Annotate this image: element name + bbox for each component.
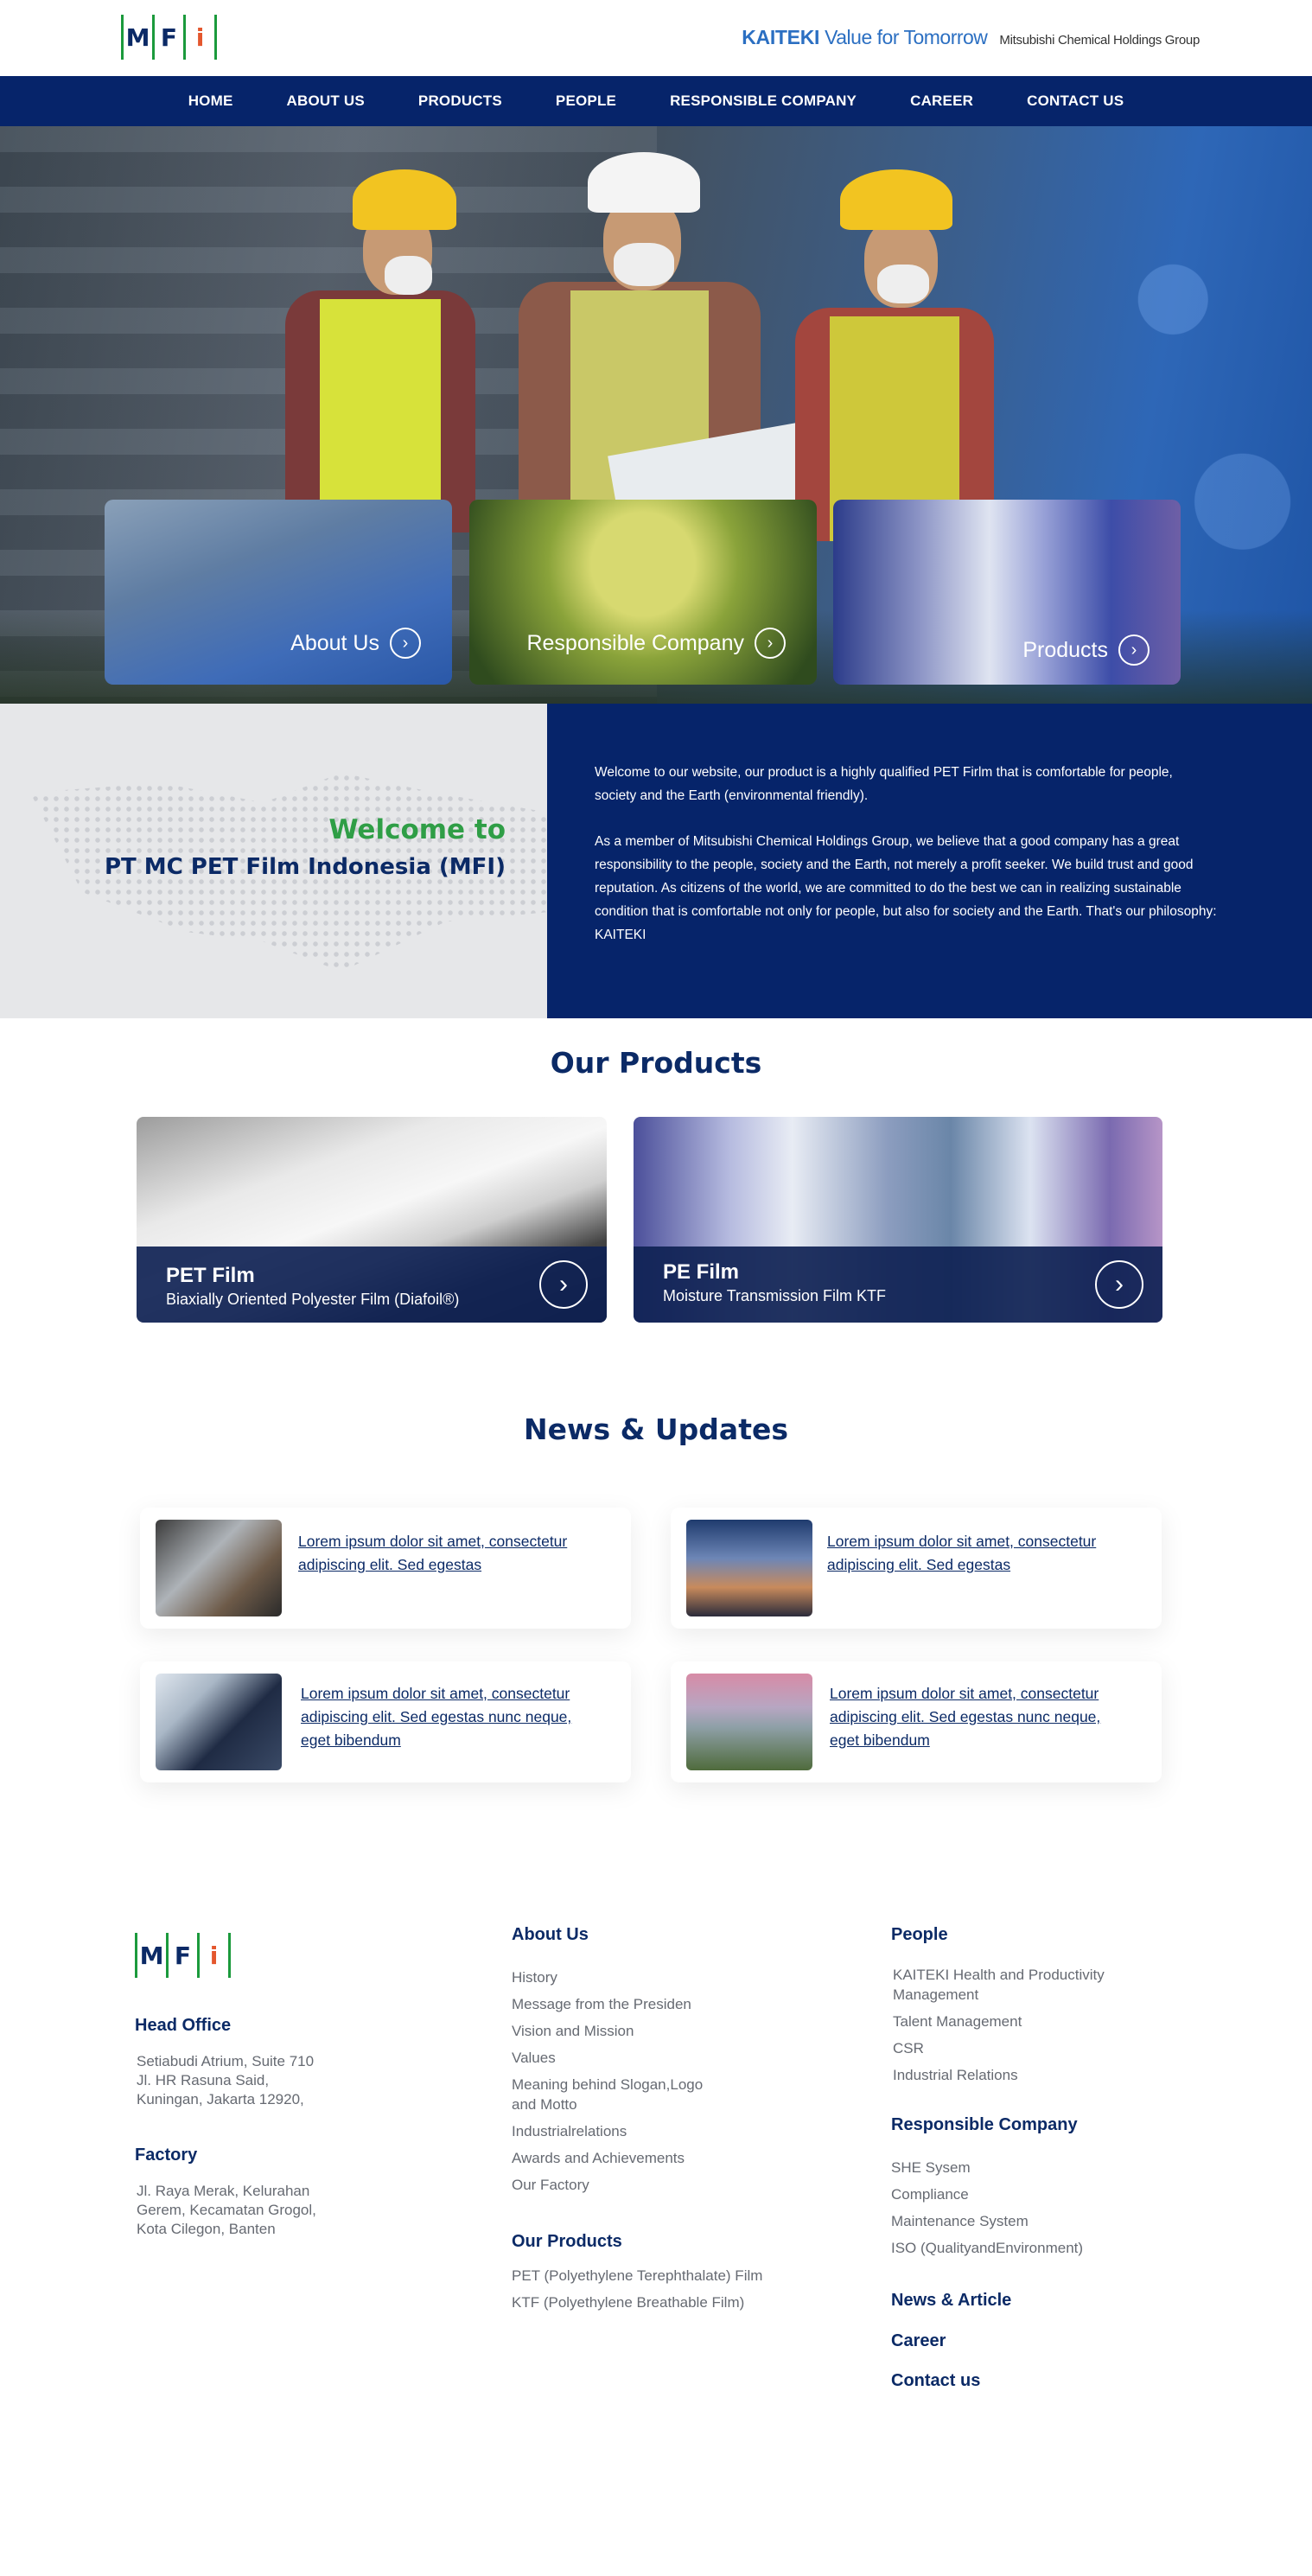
chevron-right-icon[interactable]: › [539,1260,588,1309]
welcome-section: Welcome to PT MC PET Film Indonesia (MFI… [0,704,1312,1018]
news-link[interactable]: Lorem ipsum dolor sit amet, consectetur … [830,1682,1132,1752]
group-name: Mitsubishi Chemical Holdings Group [999,33,1200,48]
nav-about-us[interactable]: ABOUT US [260,92,392,110]
footer-link-talent[interactable]: Talent Management [893,2012,1022,2032]
footer-mfi-logo[interactable]: M F i [135,1933,231,1978]
hero-card-about-us[interactable]: About Us › [105,500,452,685]
factory-line-1: Jl. Raya Merak, Kelurahan [137,2183,310,2199]
factory-line-3: Kota Cilegon, Banten [137,2221,276,2237]
kaiteki-word: KAITEKI [742,26,820,48]
welcome-title: Welcome to [328,814,506,845]
product-card-pet-film[interactable]: PET Film Biaxially Oriented Polyester Fi… [137,1117,607,1323]
product-description: Moisture Transmission Film KTF [663,1287,887,1304]
chevron-right-icon[interactable]: › [390,628,421,659]
footer-link-vision[interactable]: Vision and Mission [512,2022,634,2042]
kaiteki-brand: KAITEKI Value for Tomorrow Mitsubishi Ch… [742,26,1200,49]
product-card-pe-film[interactable]: PE Film Moisture Transmission Film KTF › [634,1117,1162,1323]
welcome-right-panel: Welcome to our website, our product is a… [547,704,1312,1018]
news-thumbnail[interactable] [686,1674,812,1770]
site-header: M F i KAITEKI Value for Tomorrow Mitsubi… [0,0,1312,76]
footer-link-meaning[interactable]: Meaning behind Slogan,Logo and Motto [512,2075,710,2114]
nav-career[interactable]: CAREER [883,92,1000,110]
chevron-right-icon[interactable]: › [755,628,786,659]
hero-card-label: Products [1022,637,1108,662]
news-link[interactable]: Lorem ipsum dolor sit amet, consectetur … [298,1530,583,1577]
news-link[interactable]: Lorem ipsum dolor sit amet, consectetur … [827,1530,1147,1577]
welcome-paragraph-1: Welcome to our website, our product is a… [595,765,1173,803]
kaiteki-tagline: Value for Tomorrow [825,26,988,48]
footer-about-title[interactable]: About Us [512,1925,589,1945]
footer-link-awards[interactable]: Awards and Achievements [512,2149,685,2169]
worker-right [778,152,1003,541]
factory-line-2: Gerem, Kecamatan Grogol, [137,2202,316,2218]
welcome-left-panel: Welcome to PT MC PET Film Indonesia (MFI… [0,704,547,1018]
footer-people-title[interactable]: People [891,1925,948,1945]
worker-left [285,143,493,532]
footer-responsible-title[interactable]: Responsible Company [891,2115,1078,2135]
hero-card-responsible-company[interactable]: Responsible Company › [469,500,817,685]
footer-link-industrial-relations[interactable]: Industrial Relations [893,2066,1018,2086]
head-office-line-2: Jl. HR Rasuna Said, [137,2072,270,2088]
footer-contact-link[interactable]: Contact us [891,2371,980,2391]
worker-center [510,126,827,542]
nav-people[interactable]: PEOPLE [529,92,643,110]
nav-contact-us[interactable]: CONTACT US [1000,92,1150,110]
chevron-right-icon[interactable]: › [1095,1260,1143,1309]
product-name: PE Film [663,1260,740,1284]
news-card[interactable]: Lorem ipsum dolor sit amet, consectetur … [671,1661,1162,1782]
footer-career-link[interactable]: Career [891,2331,946,2351]
hero-card-products[interactable]: Products › [833,500,1181,685]
footer-link-she[interactable]: SHE Sysem [891,2158,971,2178]
footer-link-kaiteki-health[interactable]: KAITEKI Health and Productivity Manageme… [893,1966,1169,2005]
hero-banner: About Us › Responsible Company › Products › [0,126,1312,704]
footer-news-link[interactable]: News & Article [891,2291,1011,2311]
head-office-line-1: Setiabudi Atrium, Suite 710 [137,2053,315,2069]
footer-link-our-factory[interactable]: Our Factory [512,2176,589,2196]
footer-link-pet[interactable]: PET (Polyethylene Terephthalate) Film [512,2267,762,2286]
footer-link-compliance[interactable]: Compliance [891,2185,969,2205]
head-office-title: Head Office [135,2016,232,2035]
news-thumbnail[interactable] [686,1520,812,1616]
head-office-line-3: Kuningan, Jakarta 12920, [137,2091,304,2107]
news-thumbnail[interactable] [156,1520,282,1616]
news-section-title: News & Updates [524,1412,788,1446]
footer-products-title[interactable]: Our Products [512,2232,622,2252]
footer-link-maintenance[interactable]: Maintenance System [891,2212,1029,2232]
products-section-title: Our Products [550,1046,762,1080]
footer-link-ktf[interactable]: KTF (Polyethylene Breathable Film) [512,2293,744,2313]
nav-home[interactable]: HOME [162,92,260,110]
footer-link-csr[interactable]: CSR [893,2039,924,2059]
product-name: PET Film [166,1264,255,1287]
footer-link-iso[interactable]: ISO (QualityandEnvironment) [891,2239,1083,2259]
news-card[interactable]: Lorem ipsum dolor sit amet, consectetur … [140,1661,631,1782]
main-nav: HOME ABOUT US PRODUCTS PEOPLE RESPONSIBL… [0,76,1312,126]
footer-link-history[interactable]: History [512,1968,557,1988]
welcome-paragraph-2: As a member of Mitsubishi Chemical Holdi… [595,834,1217,942]
hero-card-label: About Us [290,630,379,655]
footer-link-message[interactable]: Message from the Presiden [512,1995,691,2015]
mfi-logo[interactable]: M F i [121,15,217,60]
hero-card-label: Responsible Company [526,630,744,655]
product-description: Biaxially Oriented Polyester Film (Diafo… [166,1291,460,1308]
chevron-right-icon[interactable]: › [1118,634,1150,666]
news-link[interactable]: Lorem ipsum dolor sit amet, consectetur … [301,1682,603,1752]
footer-link-values[interactable]: Values [512,2049,556,2069]
news-card[interactable]: Lorem ipsum dolor sit amet, consectetur … [671,1508,1162,1629]
footer-link-industrialrelations[interactable]: Industrialrelations [512,2122,627,2142]
news-thumbnail[interactable] [156,1674,282,1770]
company-name: PT MC PET Film Indonesia (MFI) [104,854,506,880]
nav-responsible-company[interactable]: RESPONSIBLE COMPANY [643,92,883,110]
news-card[interactable]: Lorem ipsum dolor sit amet, consectetur … [140,1508,631,1629]
nav-products[interactable]: PRODUCTS [392,92,529,110]
factory-title: Factory [135,2146,198,2165]
